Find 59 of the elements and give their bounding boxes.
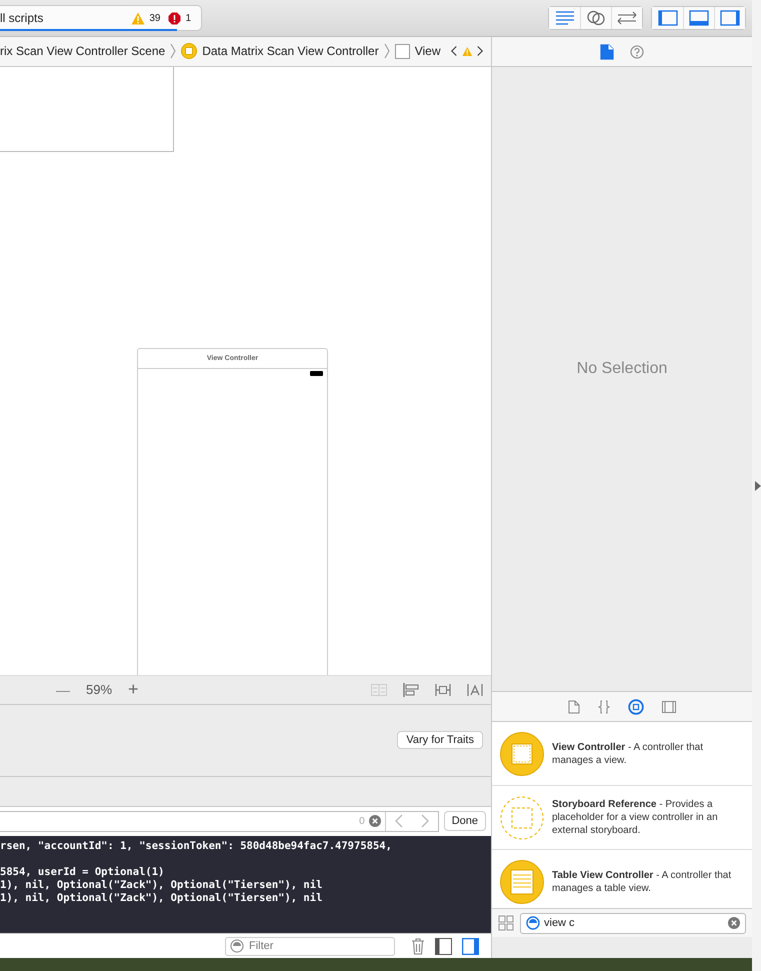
lines-icon [554, 11, 574, 25]
panel-layout-icon [658, 10, 678, 26]
trash-icon[interactable] [411, 938, 425, 955]
overlapping-circles-icon [586, 10, 606, 26]
breadcrumb-separator-icon [384, 43, 390, 60]
library-search-field[interactable]: view c [520, 912, 746, 934]
view-controller-icon[interactable] [500, 732, 544, 776]
pin-icon[interactable] [435, 682, 451, 697]
media-library-tab[interactable] [662, 700, 676, 712]
code-snippet-tab[interactable] [598, 700, 610, 714]
view-controller-icon [181, 43, 198, 60]
clear-icon[interactable] [368, 815, 381, 828]
zoom-level: 59% [86, 682, 112, 698]
empty-state-text: No Selection [576, 360, 668, 378]
search-value: view c [544, 917, 575, 929]
version-editor-button[interactable] [611, 7, 642, 29]
console-line: rsen, "accountId": 1, "sessionToken": 580d48be94fac7.47975854, [0, 840, 393, 853]
panel-visibility-control[interactable] [651, 6, 746, 30]
error-icon [168, 12, 182, 24]
breadcrumb-item[interactable]: Data Matrix Scan View Controller [202, 44, 379, 58]
breadcrumb-item[interactable]: View [414, 44, 440, 58]
library-item-description: View Controller - A controller that manages a view. [552, 740, 704, 766]
clear-icon[interactable] [728, 917, 740, 929]
editor-mode-control[interactable] [548, 6, 643, 30]
breadcrumb-item[interactable]: rix Scan View Controller Scene [0, 44, 166, 58]
align-icon[interactable] [403, 682, 419, 697]
console-line: 1), nil, Optional("Zack"), Optional("Tiersen"), nil [0, 878, 324, 892]
table-view-controller-icon[interactable] [500, 860, 544, 904]
console-view-icon[interactable] [462, 938, 479, 955]
library-item-description: Table View Controller - A controller that manages a table view. [552, 868, 732, 894]
warning-icon [131, 12, 146, 24]
scheme-name: ll scripts [0, 11, 44, 25]
filter-icon [526, 916, 540, 930]
error-count: 1 [185, 12, 191, 24]
collapse-arrow-icon[interactable] [755, 480, 761, 490]
utilities-panel-button[interactable] [714, 7, 745, 29]
variables-view-icon[interactable] [435, 938, 452, 955]
file-inspector-tab[interactable] [600, 44, 614, 60]
zoom-in-button[interactable]: + [128, 679, 139, 700]
console-line: 5854, userId = Optional(1) [0, 866, 166, 879]
warning-count: 39 [149, 12, 160, 24]
help-icon[interactable] [630, 44, 644, 58]
breadcrumb-separator-icon [170, 43, 176, 60]
panel-layout-icon [720, 10, 740, 26]
file-template-tab[interactable] [568, 700, 580, 714]
console-line: 1), nil, Optional("Zack"), Optional("Tiersen"), nil [0, 892, 324, 905]
grid-view-icon[interactable] [498, 915, 514, 931]
view-icon [394, 44, 410, 59]
scheme-status-field[interactable]: ll scripts 39 1 [0, 5, 202, 31]
panel-layout-icon [689, 10, 709, 26]
object-library-tab[interactable] [628, 698, 644, 714]
resolve-issues-icon[interactable] [467, 682, 483, 697]
done-button[interactable]: Done [444, 811, 486, 832]
filter-field[interactable]: Filter [225, 936, 395, 956]
match-count: 0 [359, 816, 365, 827]
battery-icon [310, 370, 323, 376]
arrows-icon [616, 11, 638, 25]
library-item-description: Storyboard Reference - Provides a placeholder for a view controller in an external storyboard. [552, 798, 719, 837]
vary-for-traits-button[interactable]: Vary for Traits [397, 731, 483, 750]
